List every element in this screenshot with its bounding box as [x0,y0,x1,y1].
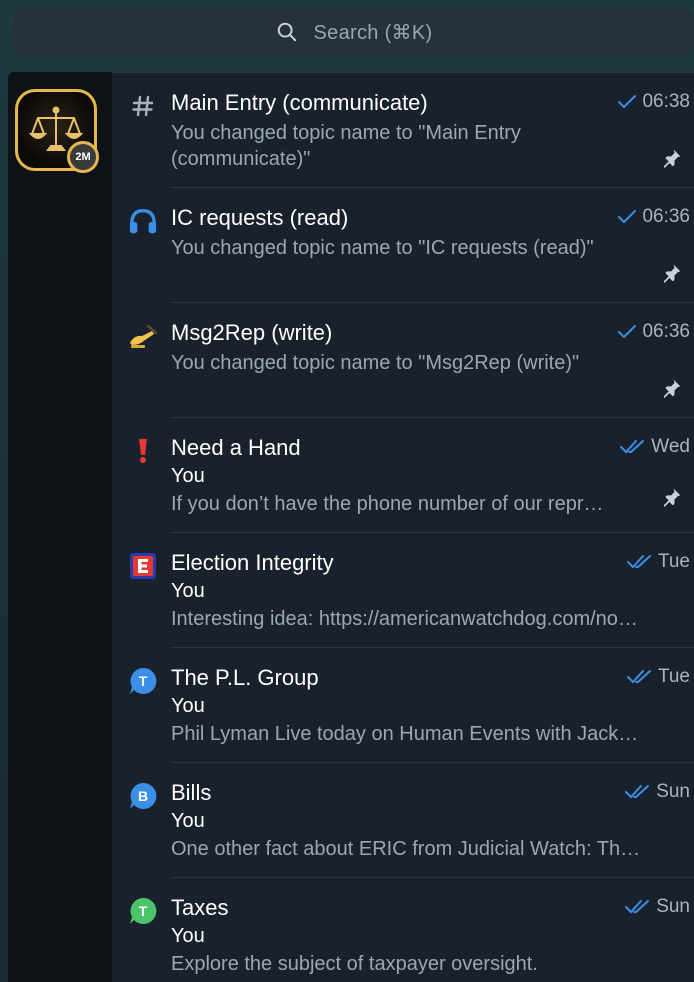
message-time: Sun [624,896,690,918]
topic-title: Bills [171,780,212,805]
time-label: Wed [651,436,690,457]
message-time: 06:36 [616,206,690,228]
time-label: Sun [656,896,690,917]
double-check-icon [626,670,651,684]
topic-row-main-entry[interactable]: Main Entry (communicate) 06:38 You chang… [112,73,694,188]
group-avatar[interactable]: 2M [15,89,99,173]
sender-name: You [171,810,205,832]
double-check-icon [626,555,651,569]
b-bubble-icon: B [128,781,158,811]
time-label: Tue [657,666,690,687]
topic-row-ic-requests[interactable]: IC requests (read) 06:36 You changed top… [112,188,694,303]
sender-name: You [171,580,205,602]
last-message-preview: You changed topic name to "IC requests (… [171,237,594,259]
time-label: 06:38 [642,91,690,112]
last-message-preview: One other fact about ERIC from Judicial … [171,838,641,860]
message-time: 06:36 [616,321,690,343]
topic-title: Msg2Rep (write) [171,320,333,345]
exclamation-icon [128,436,158,466]
writing-hand-icon [128,321,158,351]
svg-text:T: T [139,673,148,689]
message-time: Tue [626,666,690,688]
topic-title: Election Integrity [171,550,334,575]
topic-row-taxes[interactable]: T Taxes Sun You Explore the subject of t… [112,878,694,982]
pin-icon [663,379,681,398]
sender-name: You [171,465,205,487]
sender-name: You [171,695,205,717]
hash-icon [128,91,158,121]
last-message-preview: Interesting idea: https://americanwatchd… [171,608,638,630]
topic-row-need-a-hand[interactable]: Need a Hand Wed You If you don’t have th… [112,418,694,533]
topic-title: Need a Hand [171,435,301,460]
headphones-icon [128,206,158,236]
search-placeholder: Search (⌘K) [313,21,433,44]
e-letter-icon [128,551,158,581]
time-label: 06:36 [642,206,690,227]
pin-icon [663,264,681,283]
double-check-icon [625,785,650,799]
search-input[interactable]: Search (⌘K) [14,8,694,56]
last-message-preview: You changed topic name to "Main Entry (c… [171,122,521,170]
double-check-icon [625,900,650,914]
topic-title: Main Entry (communicate) [171,90,428,115]
message-time: 06:38 [616,91,690,113]
topic-title: The P.L. Group [171,665,319,690]
t-green-bubble-icon: T [128,896,158,926]
svg-text:B: B [138,788,148,804]
topic-list: Main Entry (communicate) 06:38 You chang… [112,72,694,982]
last-message-preview: You changed topic name to "Msg2Rep (writ… [171,352,580,374]
time-label: Tue [657,551,690,572]
topic-title: IC requests (read) [171,205,349,230]
message-time: Tue [626,551,690,573]
search-icon [277,22,296,42]
last-message-preview: Explore the subject of taxpayer oversigh… [171,953,538,975]
topic-row-election-integrity[interactable]: Election Integrity Tue You Interesting i… [112,533,694,648]
topic-row-pl-group[interactable]: T The P.L. Group Tue You Phil Lyman Live… [112,648,694,763]
sender-name: You [171,925,205,947]
time-label: Sun [656,781,690,802]
message-time: Sun [624,781,690,803]
single-check-icon [618,95,637,109]
svg-text:T: T [139,903,148,919]
member-count-badge: 2M [67,141,99,173]
topic-title: Taxes [171,895,229,920]
double-check-icon [620,440,645,454]
t-bubble-icon: T [128,666,158,696]
message-time: Wed [619,436,690,458]
pin-icon [663,149,681,168]
app-window: Search (⌘K) 2M Main Entry (communicate) … [0,0,694,982]
single-check-icon [618,210,637,224]
single-check-icon [618,325,637,339]
pin-icon [663,488,681,507]
topic-row-bills[interactable]: B Bills Sun You One other fact about ERI… [112,763,694,878]
topic-row-msg2rep[interactable]: Msg2Rep (write) 06:36 You changed topic … [112,303,694,418]
time-label: 06:36 [642,321,690,342]
folders-sidebar: 2M [8,72,112,982]
last-message-preview: Phil Lyman Live today on Human Events wi… [171,723,639,745]
last-message-preview: If you don’t have the phone number of ou… [171,493,604,515]
